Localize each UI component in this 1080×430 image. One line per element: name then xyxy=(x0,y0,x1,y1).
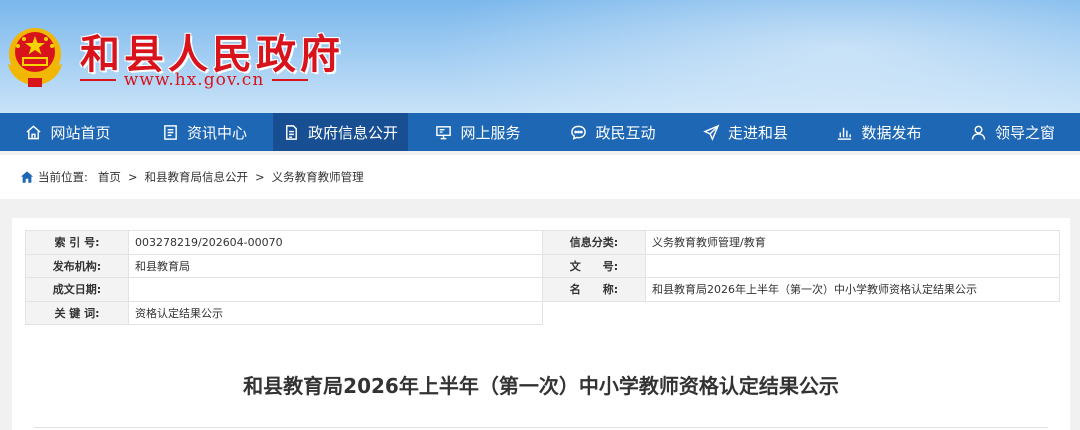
breadcrumb-item-bureau[interactable]: 和县教育局信息公开 xyxy=(145,169,249,185)
user-icon xyxy=(971,125,986,140)
news-icon xyxy=(164,124,177,140)
site-url-row: www.hx.gov.cn xyxy=(80,70,308,90)
decorative-line xyxy=(80,79,116,81)
keywords-value: 资格认定结果公示 xyxy=(128,300,543,325)
index-label: 索 引 号: xyxy=(25,230,129,255)
nav-item-home[interactable]: 网站首页 xyxy=(0,113,136,151)
document-icon xyxy=(286,124,297,140)
table-row: 成文日期: 名 称: 和县教育局2026年上半年（第一次）中小学教师资格认定结果… xyxy=(25,277,1060,302)
docno-value xyxy=(645,253,1060,278)
breadcrumb-prefix: 当前位置: xyxy=(38,170,88,184)
site-header: 和县人民政府 www.hx.gov.cn xyxy=(0,0,1080,113)
decorative-line xyxy=(272,79,308,81)
table-row: 关 键 词: 资格认定结果公示 xyxy=(25,300,1060,325)
publisher-label: 发布机构: xyxy=(25,253,129,278)
category-label: 信息分类: xyxy=(542,230,646,255)
nav-item-label: 政民互动 xyxy=(595,123,656,142)
home-icon xyxy=(26,124,42,139)
bar-chart-icon xyxy=(838,127,852,140)
name-label: 名 称: xyxy=(542,277,646,302)
divider xyxy=(34,427,1048,428)
monitor-icon xyxy=(436,125,452,139)
content-card: 索 引 号: 003278219/202604-00070 信息分类: 义务教育… xyxy=(12,218,1070,430)
publisher-value: 和县教育局 xyxy=(128,253,543,278)
main-nav: 网站首页 资讯中心 政府信息公开 网上服务 政民互动 走进和县 数据发布 领导之… xyxy=(0,113,1080,151)
nav-item-leaders[interactable]: 领导之窗 xyxy=(945,113,1080,151)
document-title: 和县教育局2026年上半年（第一次）中小学教师资格认定结果公示 xyxy=(243,374,839,398)
breadcrumb-item-category[interactable]: 义务教育教师管理 xyxy=(272,169,364,185)
breadcrumb-separator: > xyxy=(255,170,265,184)
nav-item-interaction[interactable]: 政民互动 xyxy=(548,113,678,151)
chat-icon xyxy=(571,125,587,140)
nav-item-label: 领导之窗 xyxy=(994,123,1055,142)
info-table: 索 引 号: 003278219/202604-00070 信息分类: 义务教育… xyxy=(25,230,1060,325)
date-value xyxy=(128,277,543,302)
table-row: 索 引 号: 003278219/202604-00070 信息分类: 义务教育… xyxy=(25,230,1060,255)
docno-label: 文 号: xyxy=(542,253,646,278)
nav-item-news[interactable]: 资讯中心 xyxy=(136,113,273,151)
index-value: 003278219/202604-00070 xyxy=(128,230,543,255)
breadcrumb-separator: > xyxy=(127,170,138,184)
breadcrumb-item-home[interactable]: 首页 xyxy=(98,169,121,185)
table-row: 发布机构: 和县教育局 文 号: xyxy=(25,253,1060,278)
nav-item-about[interactable]: 走进和县 xyxy=(678,113,813,151)
site-url[interactable]: www.hx.gov.cn xyxy=(124,70,265,90)
name-value: 和县教育局2026年上半年（第一次）中小学教师资格认定结果公示 xyxy=(645,277,1060,302)
nav-item-label: 政府信息公开 xyxy=(307,123,398,142)
empty-cell xyxy=(543,301,1060,325)
home-icon xyxy=(20,171,34,183)
breadcrumb: 当前位置: 首页 > 和县教育局信息公开 > 义务教育教师管理 xyxy=(0,155,1080,199)
nav-item-label: 数据发布 xyxy=(861,123,922,142)
send-icon xyxy=(703,124,720,141)
date-label: 成文日期: xyxy=(25,277,129,302)
nav-item-label: 走进和县 xyxy=(727,123,788,142)
national-emblem-icon xyxy=(8,28,62,87)
keywords-label: 关 键 词: xyxy=(25,300,129,325)
nav-item-label: 资讯中心 xyxy=(186,123,247,142)
category-value: 义务教育教师管理/教育 xyxy=(645,230,1060,255)
nav-item-label: 网上服务 xyxy=(460,123,521,142)
nav-item-gov-info[interactable]: 政府信息公开 xyxy=(273,113,408,151)
nav-item-online-service[interactable]: 网上服务 xyxy=(408,113,548,151)
nav-item-data[interactable]: 数据发布 xyxy=(813,113,945,151)
nav-item-label: 网站首页 xyxy=(50,123,111,142)
